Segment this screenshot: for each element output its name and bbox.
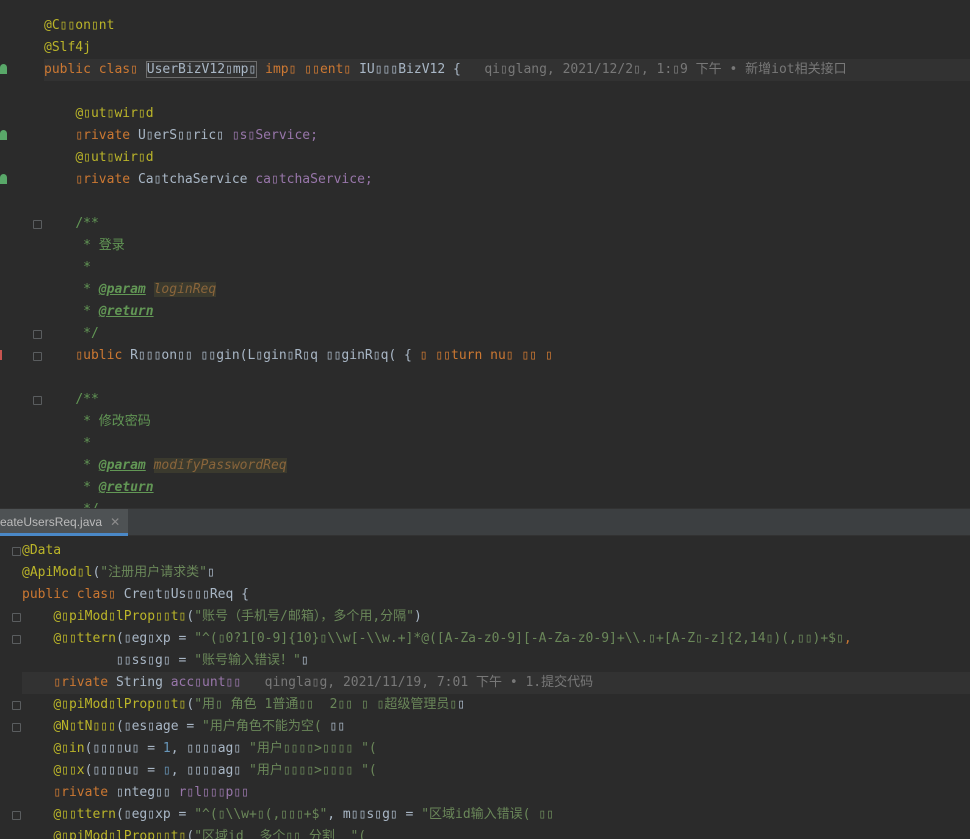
bean-marker-icon[interactable] <box>0 130 7 140</box>
fold-marker-icon[interactable] <box>33 330 42 339</box>
top-code-area[interactable]: @C▯▯on▯nt @Slf4j public clas▯ UserBizV12… <box>44 15 970 508</box>
bottom-editor-pane[interactable]: @Data @ApiMod▯l("注册用户请求类"▯ public clas▯ … <box>0 537 970 839</box>
top-editor-pane[interactable]: @C▯▯on▯nt @Slf4j public clas▯ UserBizV12… <box>0 0 970 508</box>
override-marker-icon[interactable] <box>0 350 2 360</box>
fold-marker-icon[interactable] <box>12 723 21 732</box>
git-blame-annotation: qingla▯g, 2021/11/19, 7:01 下午 • 1.提交代码 <box>264 675 594 690</box>
fold-marker-icon[interactable] <box>12 635 21 644</box>
git-blame-annotation: qi▯glang, 2021/12/2▯, 1:▯9 下午 • 新增iot相关接… <box>484 62 847 77</box>
code-line: */ <box>75 326 99 341</box>
code-line: * 登录 <box>75 238 125 253</box>
fold-marker-icon[interactable] <box>12 613 21 622</box>
code-line: @▯piMod▯lProp▯▯t▯("区域id 多个▯▯ 分割 "( <box>53 829 367 839</box>
tab-label: eateUsersReq.java <box>0 515 103 529</box>
code-line: @▯▯x(▯▯▯▯u▯ = ▯, ▯▯▯▯ag▯ "用户▯▯▯▯>▯▯▯▯ "( <box>53 763 377 778</box>
code-line: * @return <box>75 480 154 495</box>
code-line: @▯ut▯wir▯d <box>75 106 154 121</box>
code-line: * @return <box>75 304 154 319</box>
fold-marker-icon[interactable] <box>33 220 42 229</box>
fold-marker-icon[interactable] <box>12 547 21 556</box>
code-line: @Slf4j <box>44 40 91 55</box>
code-line: @▯▯ttern(▯eg▯xp = "^(▯\\w+▯(,▯▯▯+$", m▯▯… <box>53 807 554 822</box>
code-line: * @param modifyPasswordReq <box>75 458 287 473</box>
code-line: @ApiMod▯l("注册用户请求类"▯ <box>22 565 215 580</box>
code-line: /** <box>75 392 99 407</box>
top-editor-gutter[interactable] <box>0 0 42 508</box>
code-line: @▯in(▯▯▯▯u▯ = 1, ▯▯▯▯ag▯ "用户▯▯▯▯>▯▯▯▯ "( <box>53 741 377 756</box>
code-line: */ <box>44 499 970 508</box>
code-line: @▯ut▯wir▯d <box>75 150 154 165</box>
code-line: @▯▯ttern(▯eg▯xp = "^(▯0?1[0-9]{10}▯\\w[-… <box>53 631 852 646</box>
bean-marker-icon[interactable] <box>0 174 7 184</box>
code-line: public clas▯ UserBizV12▯mp▯ imp▯ ▯▯ent▯ … <box>44 59 970 81</box>
code-line: ▯rivate ▯nteg▯▯ r▯l▯▯▯p▯▯ <box>53 785 250 800</box>
code-line: ▯ublic R▯▯▯on▯▯ ▯▯gin(L▯gin▯R▯q ▯▯ginR▯q… <box>75 348 553 363</box>
fold-marker-icon[interactable] <box>12 701 21 710</box>
tab-create-users-req[interactable]: eateUsersReq.java ✕ <box>0 509 129 536</box>
editor-tab-bar: eateUsersReq.java ✕ <box>0 508 970 536</box>
code-line: /** <box>75 216 99 231</box>
fold-marker-icon[interactable] <box>12 811 21 820</box>
code-line: ▯rivate U▯erS▯▯ric▯ ▯s▯Service; <box>75 128 318 143</box>
code-line: ▯rivate Ca▯tchaService ca▯tchaService; <box>75 172 373 187</box>
code-line: @▯piMod▯lProp▯▯t▯("用▯ 角色 1普通▯▯ 2▯▯ ▯ ▯超级… <box>53 697 466 712</box>
code-line: * <box>75 260 91 275</box>
close-icon[interactable]: ✕ <box>110 515 120 529</box>
code-line: @C▯▯on▯nt <box>44 18 115 33</box>
code-line: * @param loginReq <box>75 282 217 297</box>
code-line: * <box>75 436 91 451</box>
code-line: * 修改密码 <box>75 414 151 429</box>
code-line: @N▯tN▯▯▯(▯es▯age = "用户角色不能为空( ▯▯ <box>53 719 346 734</box>
code-line: public clas▯ Cre▯t▯Us▯▯▯Req { <box>22 587 249 602</box>
code-line: ▯rivate String acc▯unt▯▯ qingla▯g, 2021/… <box>22 672 970 694</box>
implements-marker-icon[interactable] <box>0 64 7 74</box>
fold-marker-icon[interactable] <box>33 396 42 405</box>
bottom-code-area[interactable]: @Data @ApiMod▯l("注册用户请求类"▯ public clas▯ … <box>22 540 970 839</box>
code-line: @▯piMod▯lProp▯▯t▯("账号（手机号/邮箱），多个用,分隔") <box>53 609 422 624</box>
fold-marker-icon[interactable] <box>33 352 42 361</box>
class-name: UserBizV12▯mp▯ <box>145 61 258 78</box>
code-line: ▯▯ss▯g▯ = "账号输入错误！"▯ <box>53 653 309 668</box>
code-line: @Data <box>22 543 62 558</box>
